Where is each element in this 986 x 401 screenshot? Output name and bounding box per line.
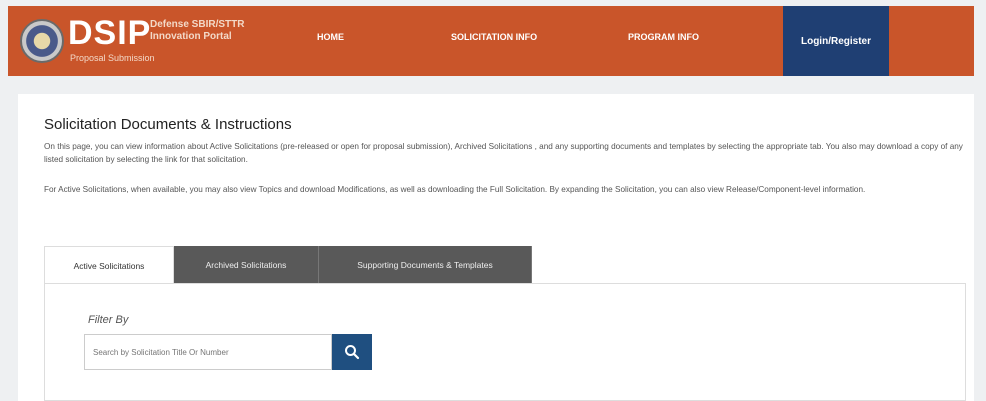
- logo-subtitle: Defense SBIR/STTR Innovation Portal: [150, 19, 244, 43]
- search-icon: [345, 345, 360, 360]
- tab-archived-solicitations[interactable]: Archived Solicitations: [174, 246, 319, 284]
- active-info-paragraph: For Active Solicitations, when available…: [44, 185, 866, 194]
- login-register-button[interactable]: Login/Register: [783, 6, 889, 76]
- filter-by-label: Filter By: [88, 314, 129, 326]
- tab-supporting-documents[interactable]: Supporting Documents & Templates: [319, 246, 532, 284]
- dsip-logo-text[interactable]: DSIP: [68, 14, 151, 53]
- nav-program-info[interactable]: PROGRAM INFO: [628, 32, 699, 42]
- intro-paragraph: On this page, you can view information a…: [44, 142, 963, 164]
- top-header: DSIP Defense SBIR/STTR Innovation Portal…: [8, 6, 974, 76]
- page-title: Solicitation Documents & Instructions: [44, 116, 292, 133]
- search-button[interactable]: [332, 334, 372, 370]
- solicitation-tabs: Active Solicitations Archived Solicitati…: [44, 246, 532, 284]
- dsip-seal-logo[interactable]: [20, 19, 64, 63]
- logo-tagline: Proposal Submission: [70, 53, 155, 63]
- nav-solicitation-info[interactable]: SOLICITATION INFO: [451, 32, 537, 42]
- logo-subtitle-line2: Innovation Portal: [150, 31, 232, 42]
- solicitation-search-input[interactable]: [84, 334, 332, 370]
- logo-subtitle-line1: Defense SBIR/STTR: [150, 19, 245, 30]
- nav-home[interactable]: HOME: [317, 32, 344, 42]
- tab-active-solicitations[interactable]: Active Solicitations: [44, 246, 174, 284]
